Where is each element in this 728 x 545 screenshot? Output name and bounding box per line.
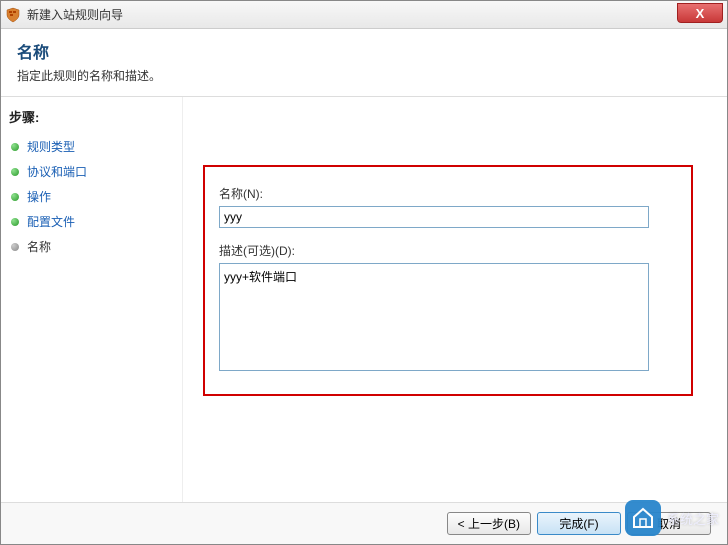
step-profile[interactable]: 配置文件 xyxy=(9,209,174,234)
step-rule-type[interactable]: 规则类型 xyxy=(9,134,174,159)
name-label: 名称(N): xyxy=(219,185,677,202)
bullet-icon xyxy=(11,243,19,251)
step-action[interactable]: 操作 xyxy=(9,184,174,209)
step-label: 名称 xyxy=(27,238,51,255)
step-name[interactable]: 名称 xyxy=(9,234,174,259)
description-label: 描述(可选)(D): xyxy=(219,242,677,259)
steps-sidebar: 步骤: 规则类型 协议和端口 操作 配置文件 名称 xyxy=(1,97,183,512)
description-textarea[interactable]: yyy+软件端口 xyxy=(219,263,649,371)
bullet-icon xyxy=(11,168,19,176)
name-input[interactable] xyxy=(219,206,649,228)
step-label: 协议和端口 xyxy=(27,163,87,180)
step-protocol-port[interactable]: 协议和端口 xyxy=(9,159,174,184)
page-subtitle: 指定此规则的名称和描述。 xyxy=(17,67,711,84)
back-button[interactable]: < 上一步(B) xyxy=(447,512,531,535)
highlight-annotation: 名称(N): 描述(可选)(D): yyy+软件端口 xyxy=(203,165,693,396)
titlebar: 新建入站规则向导 X xyxy=(1,1,727,29)
bullet-icon xyxy=(11,193,19,201)
close-button[interactable]: X xyxy=(677,3,723,23)
close-icon: X xyxy=(696,6,705,21)
wizard-footer: < 上一步(B) 完成(F) 取消 xyxy=(1,502,727,544)
page-title: 名称 xyxy=(17,39,711,63)
bullet-icon xyxy=(11,218,19,226)
bullet-icon xyxy=(11,143,19,151)
cancel-button[interactable]: 取消 xyxy=(627,512,711,535)
step-label: 操作 xyxy=(27,188,51,205)
page-header: 名称 指定此规则的名称和描述。 xyxy=(1,29,727,97)
wizard-window: 新建入站规则向导 X 名称 指定此规则的名称和描述。 步骤: 规则类型 协议和端… xyxy=(0,0,728,545)
body: 步骤: 规则类型 协议和端口 操作 配置文件 名称 xyxy=(1,97,727,512)
finish-button[interactable]: 完成(F) xyxy=(537,512,621,535)
firewall-icon xyxy=(5,7,21,23)
step-label: 规则类型 xyxy=(27,138,75,155)
steps-title: 步骤: xyxy=(9,107,174,126)
step-label: 配置文件 xyxy=(27,213,75,230)
window-title: 新建入站规则向导 xyxy=(27,6,123,23)
content-panel: 名称(N): 描述(可选)(D): yyy+软件端口 xyxy=(183,97,727,512)
